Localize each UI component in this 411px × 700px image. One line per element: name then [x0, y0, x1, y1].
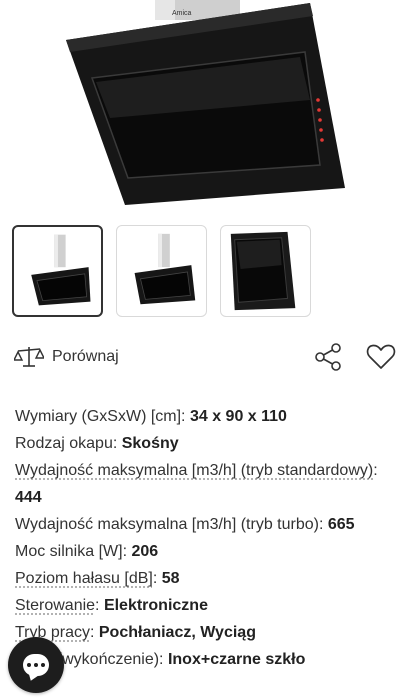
spec-row: Wydajność maksymalna [m3/h] (tryb turbo)… — [15, 511, 405, 538]
spec-label: Wymiary (GxSxW) [cm]: — [15, 408, 190, 425]
spec-separator: : — [152, 570, 162, 587]
product-main-image[interactable]: Amica — [0, 0, 411, 215]
compare-label: Porównaj — [52, 348, 119, 365]
spec-value: Elektroniczne — [103, 597, 208, 614]
product-actions-bar: Porównaj — [0, 340, 411, 374]
spec-value: Pochłaniacz, Wyciąg — [98, 624, 256, 641]
spec-value: Skośny — [121, 435, 179, 452]
scales-icon — [14, 347, 44, 367]
spec-row: Sterowanie: Elektroniczne — [15, 592, 405, 619]
spec-row: Wymiary (GxSxW) [cm]: 34 x 90 x 110 — [15, 403, 405, 430]
product-specs-list: Wymiary (GxSxW) [cm]: 34 x 90 x 110 Rodza… — [15, 403, 405, 673]
spec-label: Wydajność maksymalna [m3/h] (tryb turbo)… — [15, 516, 328, 533]
spec-value: 444 — [15, 489, 42, 506]
spec-value: 58 — [161, 570, 180, 587]
spec-separator: : — [89, 624, 99, 641]
spec-value: 665 — [327, 516, 355, 533]
spec-separator: : — [373, 462, 378, 479]
thumbnail-side-view[interactable] — [116, 225, 207, 317]
spec-row: Rodzaj okapu: Skośny — [15, 430, 405, 457]
spec-value: Inox+czarne szkło — [167, 651, 306, 668]
spec-row: Kolor (wykończenie): Inox+czarne szkło — [15, 646, 405, 673]
spec-label: Moc silnika [W]: — [15, 543, 132, 560]
thumbnail-glass-detail[interactable] — [220, 225, 311, 317]
compare-button[interactable]: Porównaj — [14, 340, 119, 374]
spec-separator: : — [95, 597, 104, 614]
spec-row: Moc silnika [W]: 206 — [15, 538, 405, 565]
spec-row: Wydajność maksymalna [m3/h] (tryb standa… — [15, 457, 405, 511]
spec-value: 206 — [131, 543, 159, 560]
spec-label-link[interactable]: Sterowanie — [15, 597, 95, 614]
spec-row: Poziom hałasu [dB]: 58 — [15, 565, 405, 592]
chat-button[interactable] — [8, 637, 64, 693]
spec-label-link[interactable]: Poziom hałasu [dB] — [15, 570, 153, 587]
thumbnail-gallery — [12, 225, 312, 317]
chat-bubble-icon — [23, 654, 49, 676]
heart-icon[interactable] — [366, 342, 396, 372]
spec-label: Rodzaj okapu: — [15, 435, 122, 452]
share-icon[interactable] — [313, 342, 343, 372]
thumbnail-front-view[interactable] — [12, 225, 103, 317]
spec-row: Tryb pracy: Pochłaniacz, Wyciąg — [15, 619, 405, 646]
brand-logo: Amica — [172, 10, 192, 17]
spec-value: 34 x 90 x 110 — [189, 408, 287, 425]
spec-label-link[interactable]: Wydajność maksymalna [m3/h] (tryb standa… — [15, 462, 373, 479]
